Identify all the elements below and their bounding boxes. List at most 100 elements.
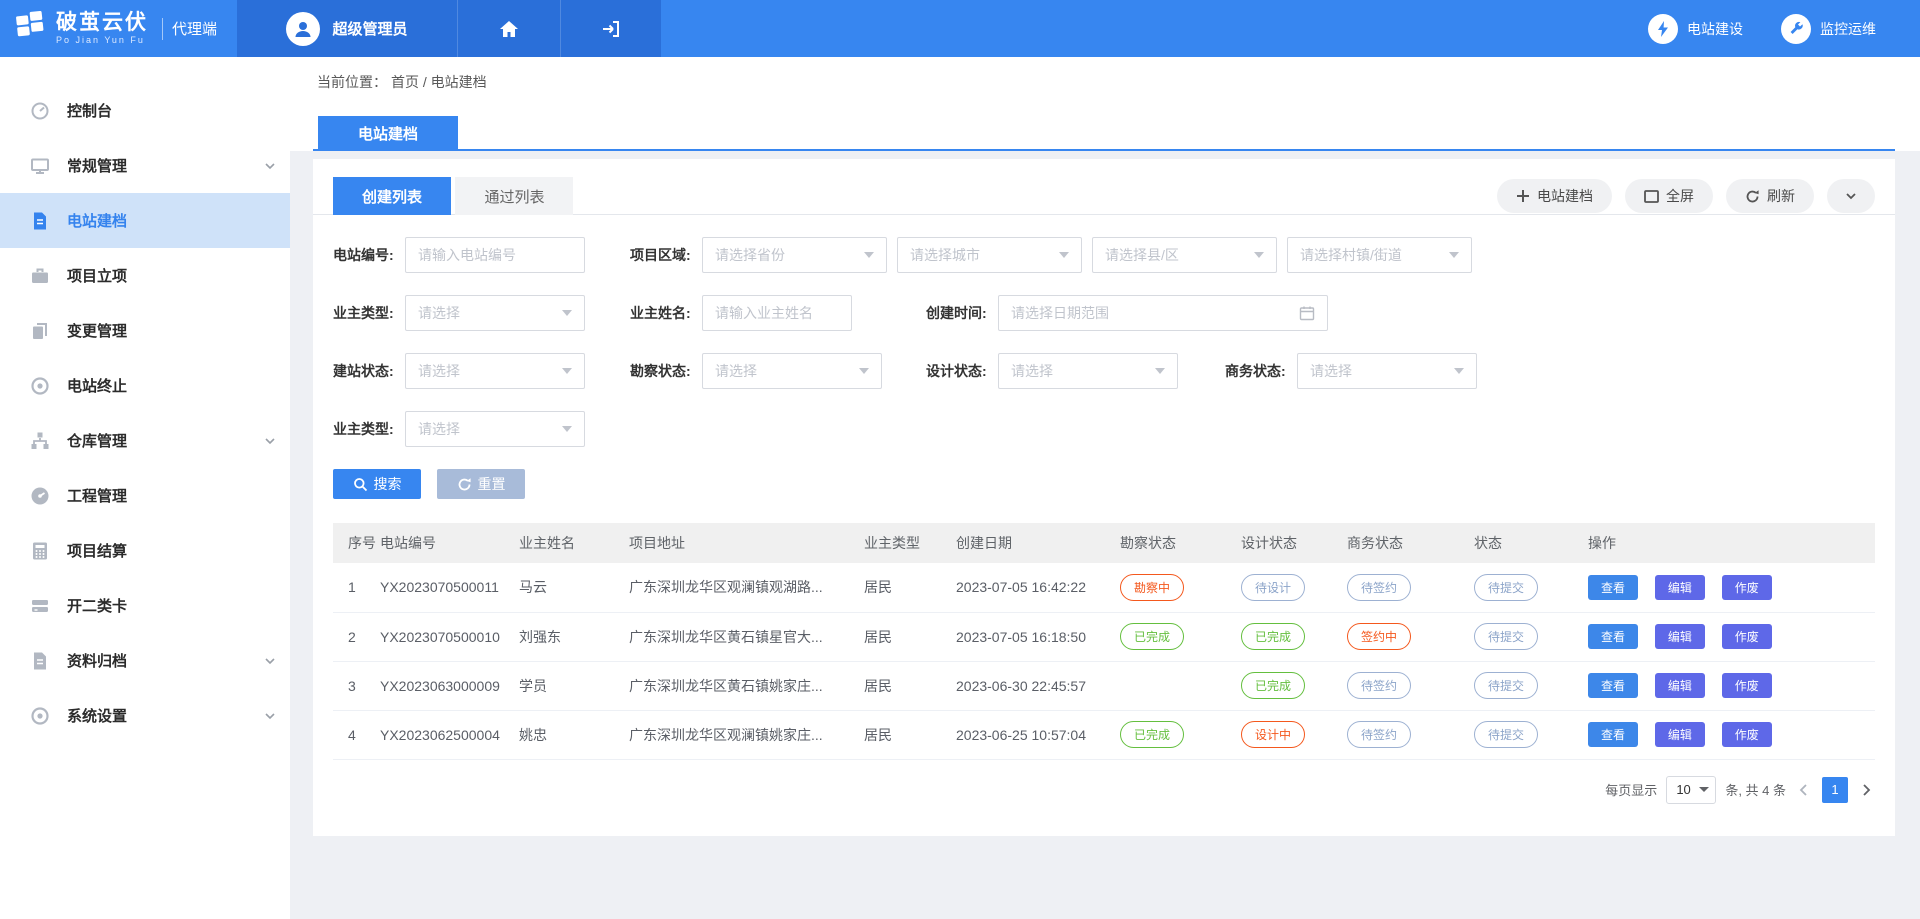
owner-type-select[interactable]: 请选择: [405, 295, 585, 331]
sidebar-item-general-mgmt[interactable]: 常规管理: [0, 138, 290, 193]
page-tab-bar: 电站建档: [290, 106, 1920, 151]
caret-icon: [1454, 368, 1464, 374]
search-icon: [353, 477, 368, 492]
per-page-select[interactable]: 10: [1666, 776, 1716, 804]
sidebar-item-open-card[interactable]: 开二类卡: [0, 578, 290, 633]
search-button[interactable]: 搜索: [333, 469, 421, 499]
status-badge: 待签约: [1347, 574, 1411, 601]
col-design: 设计状态: [1241, 523, 1347, 563]
sidebar-item-change-mgmt[interactable]: 变更管理: [0, 303, 290, 358]
survey-status-placeholder: 请选择: [715, 361, 757, 381]
header-modules: 电站建设 监控运维: [1648, 0, 1920, 57]
total-label: 条, 共 4 条: [1725, 780, 1786, 799]
cell-date: 2023-06-30 22:45:57: [956, 661, 1120, 710]
cell-survey-empty: [1120, 661, 1241, 710]
invalidate-button[interactable]: 作废: [1722, 722, 1772, 747]
tab-create-list[interactable]: 创建列表: [333, 177, 451, 215]
edit-button[interactable]: 编辑: [1655, 624, 1705, 649]
sidebar-item-label: 开二类卡: [67, 595, 127, 616]
next-page-button[interactable]: [1857, 783, 1875, 797]
module-monitor-ops[interactable]: 监控运维: [1781, 14, 1876, 44]
invalidate-button[interactable]: 作废: [1722, 624, 1772, 649]
cell-address: 广东深圳龙华区黄石镇姚家庄...: [629, 661, 864, 710]
status-badge: 待提交: [1474, 574, 1538, 601]
owner-type-label: 业主类型:: [333, 303, 405, 323]
user-menu[interactable]: 超级管理员: [237, 0, 457, 57]
sidebar-item-system-settings[interactable]: 系统设置: [0, 688, 290, 743]
filter-row-3: 建站状态: 请选择 勘察状态: 请选择 设计状态: 请选择 商务状态: 请选择: [333, 353, 1895, 389]
invalidate-button[interactable]: 作废: [1722, 575, 1772, 600]
town-select[interactable]: 请选择村镇/街道: [1287, 237, 1472, 273]
user-section: 超级管理员: [237, 0, 661, 57]
sidebar-item-project-settlement[interactable]: 项目结算: [0, 523, 290, 578]
business-status-select[interactable]: 请选择: [1297, 353, 1477, 389]
station-no-input[interactable]: 请输入电站编号: [405, 237, 585, 273]
build-status-select[interactable]: 请选择: [405, 353, 585, 389]
col-type: 业主类型: [864, 523, 956, 563]
fullscreen-button[interactable]: 全屏: [1625, 179, 1713, 213]
avatar: [286, 12, 320, 46]
design-status-select[interactable]: 请选择: [998, 353, 1178, 389]
sidebar-item-station-terminate[interactable]: 电站终止: [0, 358, 290, 413]
sidebar-item-warehouse-mgmt[interactable]: 仓库管理: [0, 413, 290, 468]
home-button[interactable]: [457, 0, 560, 57]
create-station-button[interactable]: 电站建档: [1497, 179, 1612, 213]
archive-icon: [30, 651, 50, 671]
invalidate-button[interactable]: 作废: [1722, 673, 1772, 698]
sidebar-item-engineering-mgmt[interactable]: 工程管理: [0, 468, 290, 523]
table-row: 3 YX2023063000009 学员 广东深圳龙华区黄石镇姚家庄... 居民…: [333, 661, 1875, 710]
status-badge: 待签约: [1347, 721, 1411, 748]
main-content: 当前位置： 首页 / 电站建档 电站建档 创建列表 通过列表 电站建档: [290, 57, 1920, 919]
view-button[interactable]: 查看: [1588, 575, 1638, 600]
caret-icon: [562, 310, 572, 316]
sidebar-item-label: 电站终止: [67, 375, 127, 396]
view-button[interactable]: 查看: [1588, 673, 1638, 698]
page-tab-station-archive[interactable]: 电站建档: [318, 116, 458, 151]
sitemap-icon: [30, 431, 50, 451]
tab-passed-list[interactable]: 通过列表: [455, 177, 573, 215]
sidebar-item-dashboard[interactable]: 控制台: [0, 83, 290, 138]
province-select[interactable]: 请选择省份: [702, 237, 887, 273]
gauge-icon: [30, 486, 50, 506]
col-address: 项目地址: [629, 523, 864, 563]
col-actions: 操作: [1588, 523, 1875, 563]
current-page-button[interactable]: 1: [1822, 777, 1848, 803]
prev-page-button[interactable]: [1795, 783, 1813, 797]
owner-name-input[interactable]: 请输入业主姓名: [702, 295, 852, 331]
cell-address: 广东深圳龙华区黄石镇星官大...: [629, 612, 864, 661]
col-owner: 业主姓名: [519, 523, 629, 563]
county-select[interactable]: 请选择县/区: [1092, 237, 1277, 273]
create-time-input[interactable]: 请选择日期范围: [998, 295, 1328, 331]
owner-type-placeholder: 请选择: [418, 303, 460, 323]
view-button[interactable]: 查看: [1588, 624, 1638, 649]
cell-owner: 姚忠: [519, 710, 629, 759]
province-placeholder: 请选择省份: [715, 245, 785, 265]
survey-status-select[interactable]: 请选择: [702, 353, 882, 389]
owner-type2-select[interactable]: 请选择: [405, 411, 585, 447]
refresh-label: 刷新: [1767, 186, 1795, 206]
toolbar: 电站建档 全屏 刷新: [1497, 179, 1875, 213]
filter-row-4: 业主类型: 请选择: [333, 411, 1895, 447]
logout-button[interactable]: [560, 0, 661, 57]
collapse-button[interactable]: [1827, 179, 1875, 213]
reset-icon: [457, 477, 472, 492]
portal-label: 代理端: [162, 18, 217, 40]
cell-code: YX2023062500004: [380, 710, 519, 759]
edit-button[interactable]: 编辑: [1655, 722, 1705, 747]
cell-no: 4: [333, 710, 380, 759]
city-select[interactable]: 请选择城市: [897, 237, 1082, 273]
module-station-build[interactable]: 电站建设: [1648, 14, 1743, 44]
filter-row-1: 电站编号: 请输入电站编号 项目区域: 请选择省份 请选择城市 请选择县/区 请…: [333, 237, 1895, 273]
reset-button[interactable]: 重置: [437, 469, 525, 499]
view-button[interactable]: 查看: [1588, 722, 1638, 747]
refresh-button[interactable]: 刷新: [1726, 179, 1814, 213]
per-page-value: 10: [1676, 782, 1690, 797]
sidebar-item-data-archive[interactable]: 资料归档: [0, 633, 290, 688]
county-placeholder: 请选择县/区: [1105, 245, 1179, 265]
caret-icon: [1699, 787, 1709, 792]
edit-button[interactable]: 编辑: [1655, 673, 1705, 698]
edit-button[interactable]: 编辑: [1655, 575, 1705, 600]
sidebar-item-project-initiation[interactable]: 项目立项: [0, 248, 290, 303]
status-badge: 待提交: [1474, 623, 1538, 650]
sidebar-item-station-archive[interactable]: 电站建档: [0, 193, 290, 248]
